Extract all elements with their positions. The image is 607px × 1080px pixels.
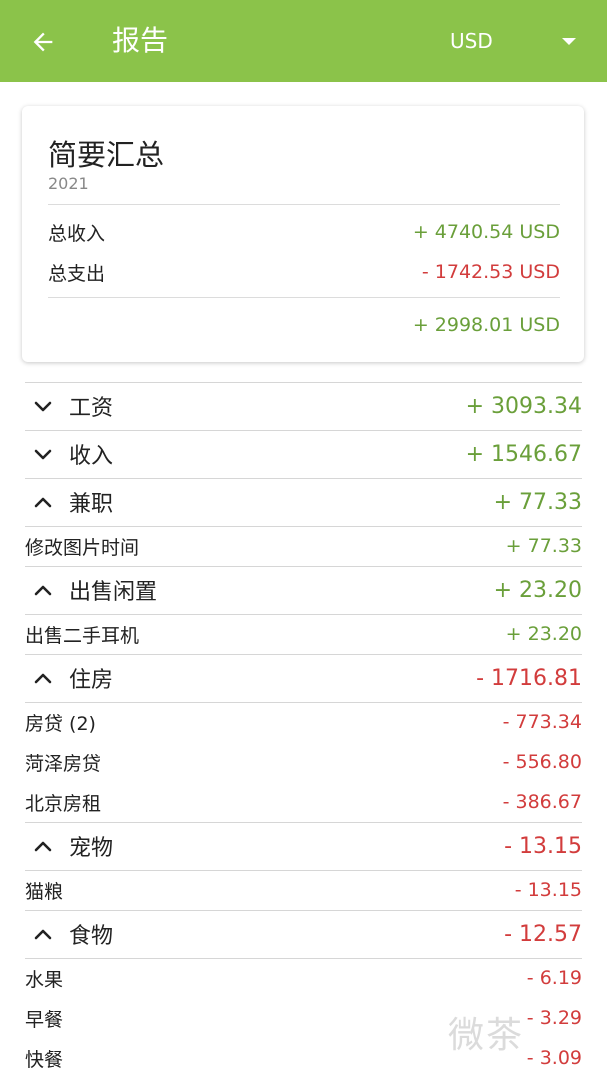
expense-row: 总支出 - 1742.53 USD xyxy=(48,257,560,287)
watermark: 微茶 xyxy=(448,1015,525,1056)
summary-title: 简要汇总 xyxy=(48,138,165,172)
chevron-up-icon[interactable] xyxy=(31,670,55,686)
item-amount: - 773.34 xyxy=(502,711,582,733)
item-name: 北京房租 xyxy=(25,792,102,815)
item-amount: + 23.20 xyxy=(505,623,582,645)
category-header: 收入 xyxy=(25,438,113,470)
item-name: 猫粮 xyxy=(25,880,64,903)
list-item[interactable]: 出售二手耳机 + 23.20 xyxy=(25,614,582,654)
chevron-up-icon[interactable] xyxy=(31,494,55,510)
item-amount: + 77.33 xyxy=(505,535,582,557)
item-name: 早餐 xyxy=(25,1008,64,1031)
caret-down-icon xyxy=(562,38,576,45)
category-name: 出售闲置 xyxy=(69,580,158,605)
list-item[interactable]: 水果 - 6.19 xyxy=(25,958,582,998)
item-amount: - 6.19 xyxy=(526,967,582,989)
item-amount: - 13.15 xyxy=(514,879,582,901)
card-divider xyxy=(48,204,560,205)
category-row[interactable]: 兼职 + 77.33 xyxy=(25,478,582,526)
category-name: 食物 xyxy=(69,924,114,949)
expense-label: 总支出 xyxy=(48,262,106,285)
category-name: 宠物 xyxy=(69,836,114,861)
chevron-down-icon[interactable] xyxy=(31,446,55,462)
item-name: 修改图片时间 xyxy=(25,536,140,559)
item-name: 出售二手耳机 xyxy=(25,624,140,647)
category-row[interactable]: 宠物 - 13.15 xyxy=(25,822,582,870)
category-header: 住房 xyxy=(25,662,113,694)
category-header: 工资 xyxy=(25,390,113,422)
category-name: 工资 xyxy=(69,396,114,421)
category-header: 兼职 xyxy=(25,486,113,518)
chevron-down-icon[interactable] xyxy=(31,398,55,414)
currency-value: USD xyxy=(450,29,493,53)
item-name: 房贷 (2) xyxy=(25,712,96,735)
category-row[interactable]: 收入 + 1546.67 xyxy=(25,430,582,478)
item-amount: - 386.67 xyxy=(502,791,582,813)
category-amount: - 1716.81 xyxy=(476,665,582,691)
category-amount: - 12.57 xyxy=(504,921,582,947)
category-name: 收入 xyxy=(69,444,114,469)
net-row: + 2998.01 USD xyxy=(48,310,560,340)
back-button[interactable] xyxy=(26,25,60,59)
summary-card: 简要汇总 2021 总收入 + 4740.54 USD 总支出 - 1742.5… xyxy=(22,106,584,362)
category-amount: + 77.33 xyxy=(493,489,582,515)
income-row: 总收入 + 4740.54 USD xyxy=(48,217,560,247)
category-row[interactable]: 出售闲置 + 23.20 xyxy=(25,566,582,614)
list-item[interactable]: 房贷 (2) - 773.34 xyxy=(25,702,582,742)
category-amount: + 3093.34 xyxy=(465,393,582,419)
category-amount: + 23.20 xyxy=(493,577,582,603)
chevron-up-icon[interactable] xyxy=(31,838,55,854)
list-item[interactable]: 菏泽房贷 - 556.80 xyxy=(25,742,582,782)
category-amount: + 1546.67 xyxy=(465,441,582,467)
expense-value: - 1742.53 USD xyxy=(421,261,560,283)
card-divider xyxy=(48,297,560,298)
category-name: 兼职 xyxy=(69,492,114,517)
arrow-left-icon xyxy=(33,32,53,52)
category-header: 食物 xyxy=(25,918,113,950)
income-value: + 4740.54 USD xyxy=(412,221,560,243)
summary-year: 2021 xyxy=(48,174,89,193)
chevron-up-icon[interactable] xyxy=(31,926,55,942)
list-item[interactable]: 猫粮 - 13.15 xyxy=(25,870,582,910)
item-amount: - 3.09 xyxy=(526,1047,582,1069)
category-row[interactable]: 住房 - 1716.81 xyxy=(25,654,582,702)
list-item[interactable]: 修改图片时间 + 77.33 xyxy=(25,526,582,566)
category-row[interactable]: 工资 + 3093.34 xyxy=(25,382,582,430)
category-row[interactable]: 食物 - 12.57 xyxy=(25,910,582,958)
item-amount: - 3.29 xyxy=(526,1007,582,1029)
item-name: 水果 xyxy=(25,968,64,991)
page-title: 报告 xyxy=(112,24,169,57)
item-amount: - 556.80 xyxy=(502,751,582,773)
list-item[interactable]: 北京房租 - 386.67 xyxy=(25,782,582,822)
currency-dropdown[interactable]: USD xyxy=(440,20,590,62)
item-name: 菏泽房贷 xyxy=(25,752,102,775)
category-amount: - 13.15 xyxy=(504,833,582,859)
chevron-up-icon[interactable] xyxy=(31,582,55,598)
item-name: 快餐 xyxy=(25,1048,64,1071)
category-header: 宠物 xyxy=(25,830,113,862)
category-header: 出售闲置 xyxy=(25,574,157,606)
income-label: 总收入 xyxy=(48,222,106,245)
app-bar: 报告 USD xyxy=(0,0,607,82)
category-name: 住房 xyxy=(69,668,114,693)
net-value: + 2998.01 USD xyxy=(412,314,560,336)
